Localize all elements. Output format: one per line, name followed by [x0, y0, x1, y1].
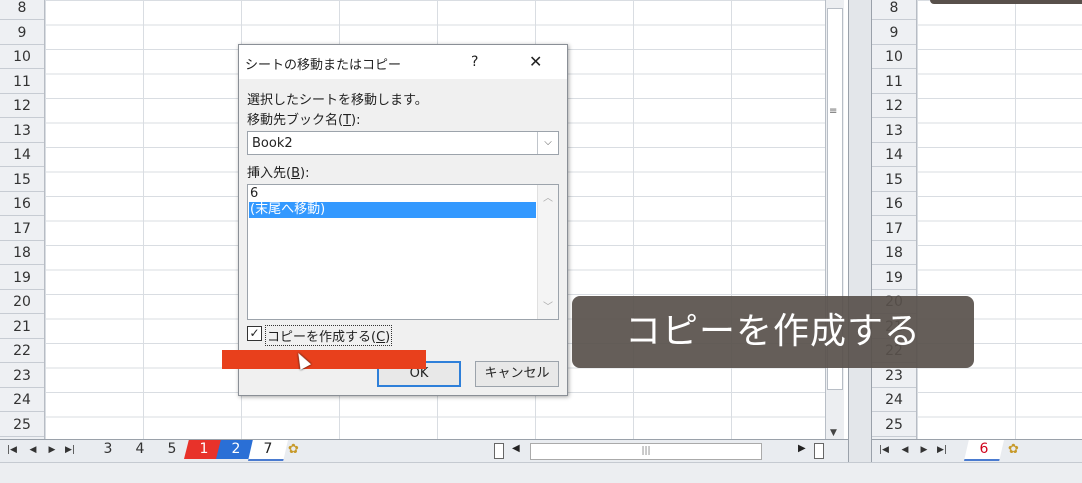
row-number[interactable]: 16 [872, 192, 916, 216]
row-number[interactable]: 15 [0, 168, 44, 192]
next-sheet-icon[interactable]: ▶ [918, 443, 930, 457]
row-header-column: 8910111213141516171819202122232425 [0, 0, 45, 440]
listbox-scrollbar[interactable]: ︿ ﹀ [537, 185, 558, 319]
row-number[interactable]: 9 [0, 21, 44, 45]
insert-list-item[interactable]: (末尾へ移動) [249, 202, 536, 218]
row-number[interactable]: 20 [0, 290, 44, 314]
row-number[interactable]: 12 [872, 94, 916, 118]
split-box[interactable] [814, 443, 824, 459]
row-number[interactable]: 13 [0, 119, 44, 143]
red-annotation-bar [222, 350, 426, 369]
insert-list-item[interactable]: 6 [249, 186, 536, 202]
horizontal-scrollbar[interactable]: ||| [530, 443, 762, 460]
row-number[interactable]: 12 [0, 94, 44, 118]
insert-sheet-icon[interactable]: ✿ [1008, 442, 1019, 457]
prev-sheet-icon[interactable]: ◀ [27, 443, 39, 457]
window-tooltip [930, 0, 1082, 4]
row-number[interactable]: 10 [872, 45, 916, 69]
row-number[interactable]: 8 [872, 0, 916, 20]
sheet-tab-7[interactable]: 7 [248, 440, 288, 461]
row-number[interactable]: 18 [872, 241, 916, 265]
row-number[interactable]: 15 [872, 168, 916, 192]
row-number[interactable]: 9 [872, 21, 916, 45]
row-number[interactable]: 22 [0, 339, 44, 363]
row-number[interactable]: 19 [0, 266, 44, 290]
hscroll-right-arrow-icon[interactable]: ▶ [798, 443, 806, 454]
instruction-text: 選択したシートを移動します。 [247, 93, 428, 108]
cancel-button[interactable]: キャンセル [475, 361, 559, 387]
first-sheet-icon[interactable]: |◀ [6, 443, 18, 457]
sheet-tab-6[interactable]: 6 [964, 440, 1004, 461]
book-select[interactable]: Book2 ⌵ [247, 131, 559, 155]
help-icon[interactable]: ? [471, 54, 478, 70]
next-sheet-icon[interactable]: ▶ [46, 443, 58, 457]
sheet-tab-bar: |◀ ◀ ▶ ▶| 345127 ✿ ◀ ||| ▶ [0, 439, 848, 462]
row-number[interactable]: 25 [0, 413, 44, 437]
last-sheet-icon[interactable]: ▶| [64, 443, 76, 457]
sheet-tab-bar: |◀ ◀ ▶ ▶| 6 ✿ [872, 439, 1082, 462]
hscroll-left-arrow-icon[interactable]: ◀ [512, 443, 520, 454]
move-copy-dialog: シートの移動またはコピー ? ✕ 選択したシートを移動します。 移動先ブック名(… [238, 44, 568, 396]
prev-sheet-icon[interactable]: ◀ [899, 443, 911, 457]
row-number[interactable]: 18 [0, 241, 44, 265]
row-number[interactable]: 21 [0, 315, 44, 339]
dialog-titlebar: シートの移動またはコピー ? ✕ [239, 45, 567, 79]
tab-split-handle[interactable] [494, 443, 504, 459]
row-number[interactable]: 16 [0, 192, 44, 216]
copy-checkbox-label[interactable]: コピーを作成する(C) [265, 325, 393, 346]
cell-grid[interactable] [917, 0, 1082, 440]
close-icon[interactable]: ✕ [529, 52, 542, 71]
status-bar [0, 462, 1082, 483]
scroll-up-arrow-icon[interactable]: ︿ [543, 189, 553, 204]
vertical-scrollbar[interactable]: ≡ ▼ [825, 0, 844, 440]
row-header-column: 8910111213141516171819202122232425 [872, 0, 917, 440]
row-number[interactable]: 14 [872, 143, 916, 167]
row-number[interactable]: 24 [0, 388, 44, 412]
row-number[interactable]: 24 [872, 388, 916, 412]
row-number[interactable]: 11 [0, 70, 44, 94]
scroll-down-arrow-icon[interactable]: ﹀ [543, 298, 553, 313]
insert-sheet-icon[interactable]: ✿ [288, 442, 299, 457]
window-divider [848, 0, 872, 462]
row-number[interactable]: 11 [872, 70, 916, 94]
copy-checkbox[interactable]: ✓ [247, 326, 262, 341]
caption-overlay: コピーを作成する [572, 296, 974, 368]
row-number[interactable]: 13 [872, 119, 916, 143]
row-number[interactable]: 8 [0, 0, 44, 20]
row-number[interactable]: 19 [872, 266, 916, 290]
book-label: 移動先ブック名(T): [247, 113, 361, 128]
row-number[interactable]: 23 [0, 364, 44, 388]
last-sheet-icon[interactable]: ▶| [936, 443, 948, 457]
insert-listbox[interactable]: 6 (末尾へ移動) ︿ ﹀ [247, 184, 559, 320]
first-sheet-icon[interactable]: |◀ [878, 443, 890, 457]
scroll-down-arrow-icon[interactable]: ▼ [830, 428, 837, 438]
row-number[interactable]: 17 [872, 217, 916, 241]
scroll-grip-icon: ≡ [829, 106, 838, 117]
row-number[interactable]: 10 [0, 45, 44, 69]
chevron-down-icon[interactable]: ⌵ [537, 132, 558, 154]
book-select-value: Book2 [252, 136, 293, 151]
right-sheet-pane: 8910111213141516171819202122232425 |◀ ◀ … [872, 0, 1082, 462]
row-number[interactable]: 17 [0, 217, 44, 241]
insert-label: 挿入先(B): [247, 166, 310, 181]
row-number[interactable]: 14 [0, 143, 44, 167]
dialog-title: シートの移動またはコピー [245, 58, 402, 73]
row-number[interactable]: 25 [872, 413, 916, 437]
